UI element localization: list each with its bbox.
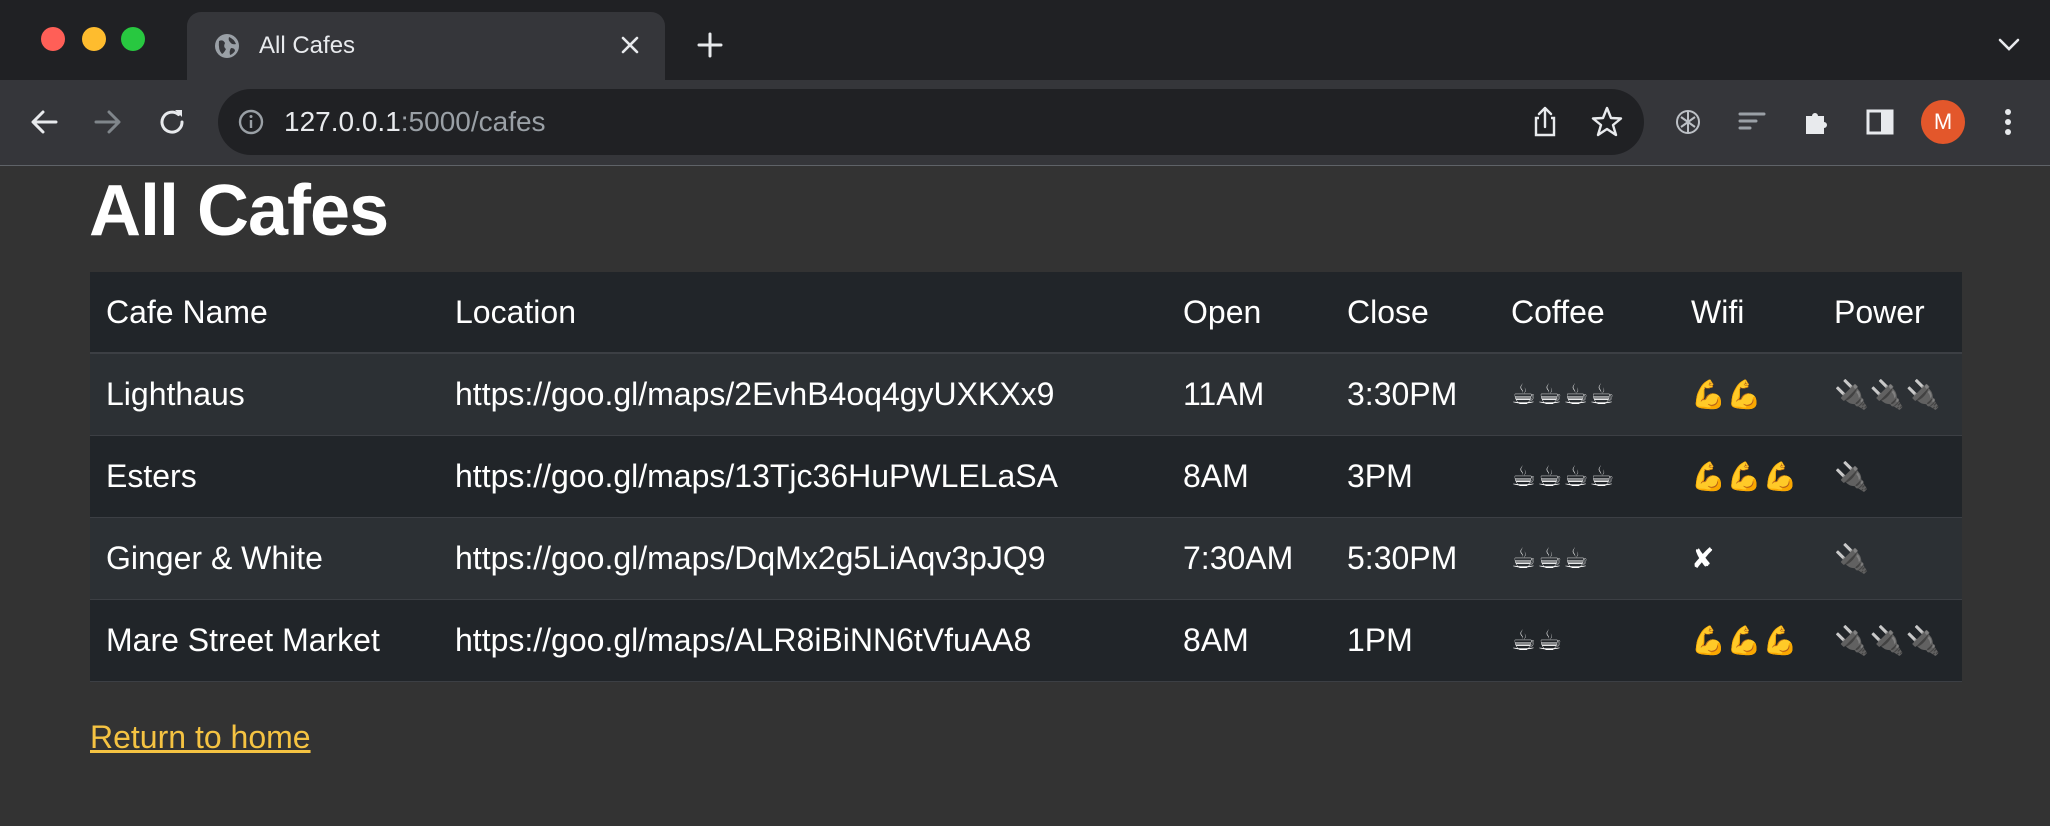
cell-power-rating: 🔌🔌🔌 — [1818, 599, 1962, 682]
cell-cafe-name: Lighthaus — [90, 353, 439, 436]
reload-icon[interactable] — [149, 99, 195, 145]
url-path: :5000/cafes — [400, 106, 546, 137]
tab-title: All Cafes — [259, 32, 356, 59]
table-row: Mare Street Market https://goo.gl/maps/A… — [90, 599, 1962, 682]
window-zoom-button[interactable] — [121, 27, 145, 51]
cell-wifi-rating: 💪💪 — [1675, 353, 1818, 436]
cell-close: 5:30PM — [1331, 517, 1495, 600]
cell-cafe-name: Ginger & White — [90, 517, 439, 600]
extension-list-icon[interactable] — [1729, 99, 1775, 145]
header-power: Power — [1818, 272, 1962, 354]
globe-icon — [215, 34, 239, 58]
side-panel-icon[interactable] — [1857, 99, 1903, 145]
return-home-link[interactable]: Return to home — [90, 719, 311, 756]
cell-location: https://goo.gl/maps/DqMx2g5LiAqv3pJQ9 — [439, 517, 1167, 600]
header-open: Open — [1167, 272, 1331, 354]
forward-arrow-icon[interactable] — [85, 99, 131, 145]
page-title: All Cafes — [89, 171, 389, 251]
header-coffee: Coffee — [1495, 272, 1675, 354]
cell-wifi-rating: 💪💪💪 — [1675, 599, 1818, 682]
cell-coffee-rating: ☕☕☕☕ — [1495, 435, 1675, 518]
table-row: Esters https://goo.gl/maps/13Tjc36HuPWLE… — [90, 435, 1962, 518]
tab-close-icon[interactable] — [615, 30, 645, 60]
cell-open: 11AM — [1167, 353, 1331, 436]
url-text[interactable]: 127.0.0.1:5000/cafes — [284, 106, 546, 138]
cell-wifi-rating: ✘ — [1675, 517, 1818, 600]
new-tab-button[interactable] — [693, 28, 727, 62]
profile-avatar[interactable]: M — [1921, 100, 1965, 144]
cell-open: 7:30AM — [1167, 517, 1331, 600]
cell-coffee-rating: ☕☕☕ — [1495, 517, 1675, 600]
cell-close: 3:30PM — [1331, 353, 1495, 436]
share-icon[interactable] — [1528, 105, 1562, 139]
cafes-table: Cafe Name Location Open Close Coffee Wif… — [90, 272, 1962, 682]
cell-power-rating: 🔌🔌🔌 — [1818, 353, 1962, 436]
cell-location: https://goo.gl/maps/2EvhB4oq4gyUXKXx9 — [439, 353, 1167, 436]
cell-open: 8AM — [1167, 599, 1331, 682]
table-row: Lighthaus https://goo.gl/maps/2EvhB4oq4g… — [90, 353, 1962, 436]
site-info-icon[interactable] — [236, 107, 266, 137]
url-host: 127.0.0.1 — [284, 106, 401, 137]
cell-cafe-name: Esters — [90, 435, 439, 518]
table-row: Ginger & White https://goo.gl/maps/DqMx2… — [90, 517, 1962, 600]
cell-coffee-rating: ☕☕☕☕ — [1495, 353, 1675, 436]
window-minimize-button[interactable] — [82, 27, 106, 51]
header-cafe-name: Cafe Name — [90, 272, 439, 354]
cell-wifi-rating: 💪💪💪 — [1675, 435, 1818, 518]
tab-search-chevron-icon[interactable] — [1992, 30, 2026, 60]
header-wifi: Wifi — [1675, 272, 1818, 354]
cell-close: 1PM — [1331, 599, 1495, 682]
cell-location: https://goo.gl/maps/13Tjc36HuPWLELaSA — [439, 435, 1167, 518]
cell-open: 8AM — [1167, 435, 1331, 518]
page-content: All Cafes Cafe Name Location Open Close … — [0, 166, 2050, 826]
cell-close: 3PM — [1331, 435, 1495, 518]
extension-openai-icon[interactable] — [1665, 99, 1711, 145]
tab-strip: All Cafes — [0, 0, 2050, 80]
extensions-puzzle-icon[interactable] — [1793, 99, 1839, 145]
cell-power-rating: 🔌 — [1818, 435, 1962, 518]
header-close: Close — [1331, 272, 1495, 354]
bookmark-star-icon[interactable] — [1590, 105, 1624, 139]
cell-power-rating: 🔌 — [1818, 517, 1962, 600]
cell-coffee-rating: ☕☕ — [1495, 599, 1675, 682]
window-close-button[interactable] — [41, 27, 65, 51]
header-location: Location — [439, 272, 1167, 354]
browser-toolbar: 127.0.0.1:5000/cafes — [0, 80, 2050, 166]
back-arrow-icon[interactable] — [21, 99, 67, 145]
cell-location: https://goo.gl/maps/ALR8iBiNN6tVfuAA8 — [439, 599, 1167, 682]
browser-tab-active[interactable]: All Cafes — [187, 12, 665, 80]
cell-cafe-name: Mare Street Market — [90, 599, 439, 682]
table-header-row: Cafe Name Location Open Close Coffee Wif… — [90, 272, 1962, 354]
address-bar[interactable]: 127.0.0.1:5000/cafes — [218, 89, 1644, 155]
more-menu-icon[interactable] — [1985, 99, 2031, 145]
